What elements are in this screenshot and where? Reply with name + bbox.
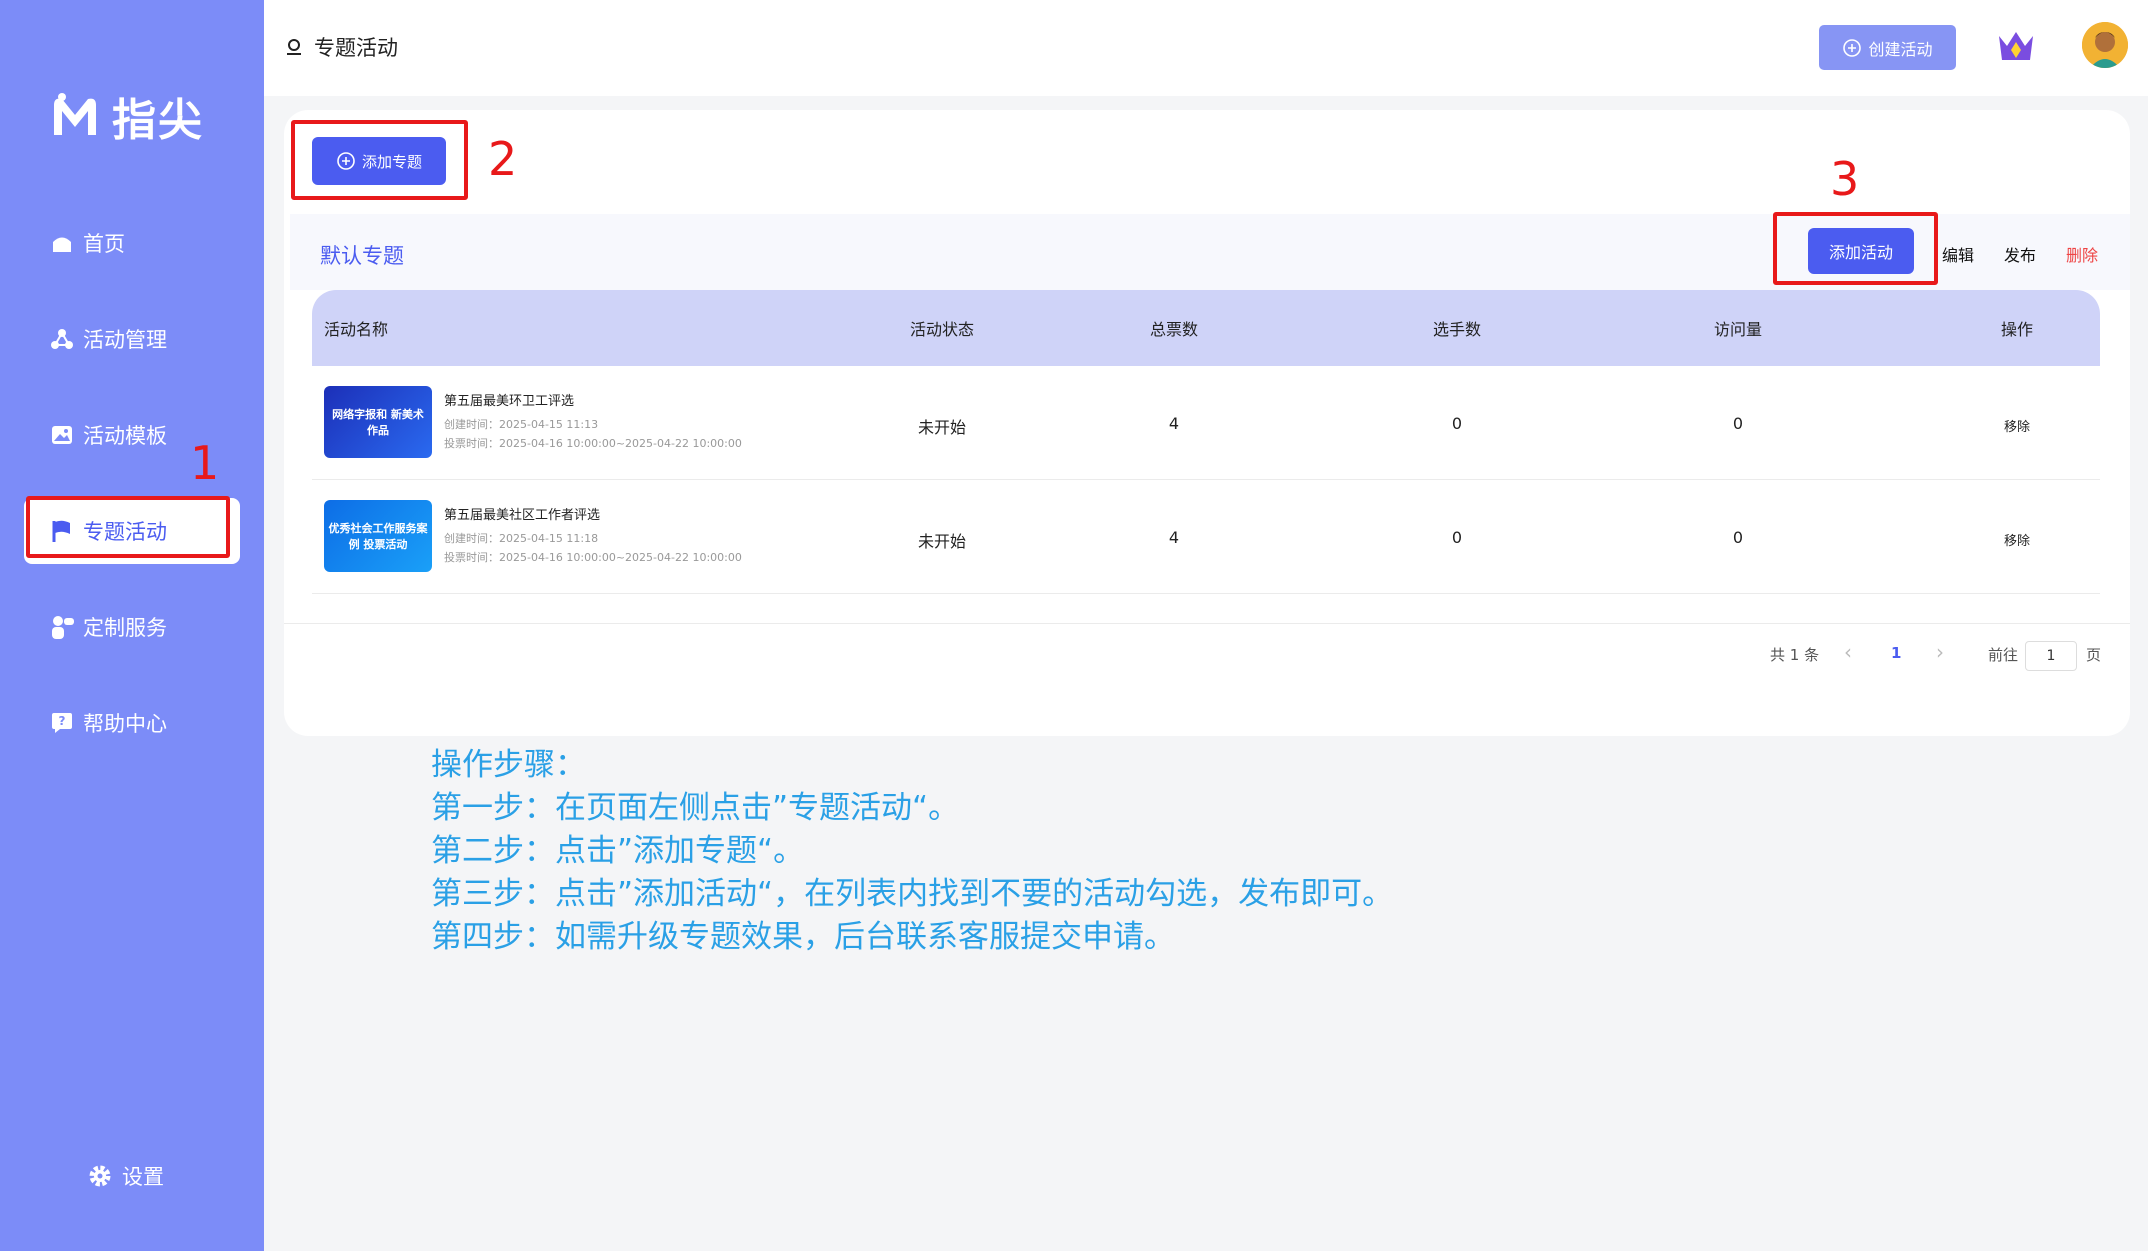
delete-link[interactable]: 删除 — [2066, 242, 2098, 266]
remove-link[interactable]: 移除 — [2004, 530, 2030, 549]
column-header: 活动名称 — [324, 320, 389, 339]
avatar[interactable] — [2082, 22, 2128, 68]
sidebar-item-home[interactable]: 首页 — [24, 210, 240, 276]
brand-logo[interactable]: 指尖 — [50, 84, 204, 148]
page-suffix: 页 — [2086, 646, 2102, 664]
create-activity-label: 创建活动 — [1868, 41, 1933, 59]
sidebar-item-label: 帮助中心 — [83, 712, 167, 736]
create-activity-button[interactable]: 创建活动 — [1819, 25, 1956, 70]
edit-link[interactable]: 编辑 — [1942, 242, 1974, 266]
sidebar-item-custom-service[interactable]: 定制服务 — [24, 594, 240, 660]
sidebar-item-help-center[interactable]: ? 帮助中心 — [24, 690, 240, 756]
activity-table: 活动名称 活动状态 总票数 选手数 访问量 操作 网络字报和 新美术作品 第五届… — [312, 290, 2100, 594]
annotation-number-step3: 3 — [1830, 152, 1860, 206]
sidebar-item-activity-management[interactable]: 活动管理 — [24, 306, 240, 372]
publish-link[interactable]: 发布 — [2004, 242, 2036, 266]
vote-time: 投票时间：2025-04-16 10:00:00~2025-04-22 10:0… — [444, 551, 742, 564]
location-icon — [287, 39, 301, 55]
gear-icon — [89, 1165, 111, 1187]
remove-link[interactable]: 移除 — [2004, 416, 2030, 435]
annotation-number-step2: 2 — [488, 132, 518, 186]
table-header: 活动名称 活动状态 总票数 选手数 访问量 操作 — [312, 290, 2100, 366]
instruction-step: 第一步：在页面左侧点击”专题活动“。 — [431, 790, 960, 826]
player-count: 0 — [1451, 414, 1463, 433]
top-header: 专题活动 创建活动 — [264, 0, 2148, 96]
brand-name: 指尖 — [112, 95, 204, 146]
created-time: 创建时间：2025-04-15 11:13 — [444, 418, 599, 431]
vote-time: 投票时间：2025-04-16 10:00:00~2025-04-22 10:0… — [444, 437, 742, 450]
goto-label: 前往 — [1988, 646, 2019, 664]
instruction-step: 第四步：如需升级专题效果，后台联系客服提交申请。 — [431, 919, 1175, 955]
plus-circle-icon — [1843, 38, 1862, 57]
total-votes: 4 — [1168, 414, 1180, 433]
pagination-total: 共 1 条 — [1770, 646, 1820, 664]
logo-icon — [54, 93, 96, 135]
sidebar: 指尖 首页 活动管理 活动模板 专题活动 定制服务 ? 帮助中心 设置 — [0, 0, 264, 1251]
image-icon — [49, 422, 75, 448]
page-title-text: 专题活动 — [314, 36, 398, 60]
sidebar-item-label: 定制服务 — [83, 616, 167, 640]
activity-title: 第五届最美社区工作者评选 — [444, 508, 601, 523]
page-number-current[interactable]: 1 — [1891, 644, 1901, 662]
annotation-box-step3 — [1773, 212, 1938, 285]
activity-status: 未开始 — [917, 418, 967, 437]
visit-count: 0 — [1732, 414, 1744, 433]
table-row[interactable]: 优秀社会工作服务案例 投票活动 第五届最美社区工作者评选 创建时间：2025-0… — [312, 480, 2100, 594]
activity-thumbnail: 优秀社会工作服务案例 投票活动 — [324, 500, 432, 572]
network-icon — [49, 326, 75, 352]
instruction-step: 第三步：点击”添加活动“，在列表内找到不要的活动勾选，发布即可。 — [431, 876, 1394, 912]
next-page-button[interactable]: › — [1936, 640, 1944, 664]
svg-text:?: ? — [59, 714, 66, 728]
table-row[interactable]: 网络字报和 新美术作品 第五届最美环卫工评选 创建时间：2025-04-15 1… — [312, 366, 2100, 480]
divider — [284, 623, 2130, 624]
settings-button[interactable]: 设置 — [88, 1161, 164, 1191]
annotation-box-step2 — [291, 120, 468, 200]
instruction-step: 第二步：点击”添加专题“。 — [431, 833, 805, 869]
prev-page-button[interactable]: ‹ — [1844, 640, 1852, 664]
instruction-heading: 操作步骤： — [431, 747, 586, 783]
service-icon — [49, 614, 75, 640]
activity-title: 第五届最美环卫工评选 — [444, 394, 575, 409]
page-title: 专题活动 — [284, 32, 398, 62]
annotation-number-step1: 1 — [190, 436, 220, 490]
sidebar-item-label: 活动管理 — [83, 328, 167, 352]
total-votes: 4 — [1168, 528, 1180, 547]
sidebar-item-label: 首页 — [83, 232, 125, 256]
column-header: 活动状态 — [909, 320, 975, 339]
visit-count: 0 — [1732, 528, 1744, 547]
activity-thumbnail: 网络字报和 新美术作品 — [324, 386, 432, 458]
avatar-image — [2082, 22, 2128, 68]
activity-status: 未开始 — [917, 532, 967, 551]
column-header: 操作 — [2000, 320, 2034, 339]
column-header: 总票数 — [1149, 320, 1199, 339]
settings-label: 设置 — [122, 1165, 164, 1189]
home-icon — [49, 230, 75, 256]
column-header: 选手数 — [1432, 320, 1482, 339]
topic-name: 默认专题 — [320, 244, 404, 268]
crown-icon[interactable] — [1996, 28, 2036, 64]
sidebar-item-label: 活动模板 — [83, 424, 167, 448]
column-header: 访问量 — [1713, 320, 1763, 339]
goto-page-input[interactable] — [2025, 641, 2077, 671]
created-time: 创建时间：2025-04-15 11:18 — [444, 532, 599, 545]
help-icon: ? — [49, 710, 75, 736]
player-count: 0 — [1451, 528, 1463, 547]
instructions: 操作步骤： 第一步：在页面左侧点击”专题活动“。 第二步：点击”添加专题“。 第… — [431, 744, 1393, 959]
annotation-box-step1 — [26, 496, 230, 558]
